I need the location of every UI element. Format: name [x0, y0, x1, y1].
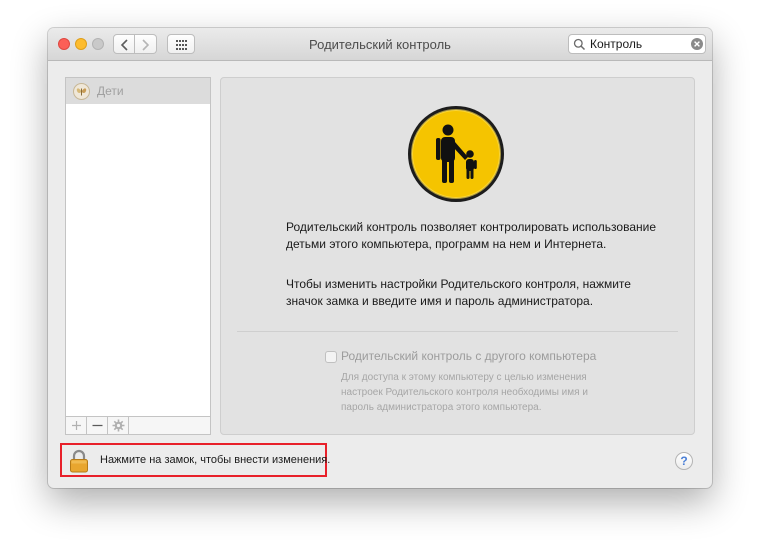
parental-controls-icon: [408, 106, 504, 202]
remote-control-note: Для доступа к этому компьютеру с целью и…: [341, 372, 588, 413]
remove-user-button[interactable]: [87, 417, 108, 434]
titlebar: Родительский контроль Контроль: [48, 28, 712, 61]
zoom-button[interactable]: [92, 38, 104, 50]
gear-icon: [112, 419, 125, 432]
lock-area[interactable]: Нажмите на замок, чтобы внести изменения…: [60, 443, 331, 477]
grid-icon: [176, 40, 187, 50]
action-menu-button[interactable]: [108, 417, 129, 434]
clear-search-icon[interactable]: [691, 38, 703, 50]
add-user-button[interactable]: [66, 417, 87, 434]
search-field[interactable]: Контроль: [568, 34, 706, 54]
lock-instruction-text: Чтобы изменить настройки Родительского к…: [286, 277, 631, 308]
plus-icon: [72, 421, 81, 430]
remote-control-label: Родительский контроль с другого компьюте…: [341, 349, 597, 363]
user-list: Дети: [65, 77, 211, 435]
preferences-window: Родительский контроль Контроль Дети Роди…: [48, 28, 712, 488]
close-button[interactable]: [58, 38, 70, 50]
lock-message: Нажмите на замок, чтобы внести изменения…: [100, 454, 331, 466]
butterfly-icon: [73, 83, 90, 100]
remote-control-checkbox[interactable]: [325, 351, 337, 363]
user-list-toolbar: [66, 416, 210, 434]
chevron-left-icon: [120, 39, 128, 51]
window-title: Родительский контроль: [309, 37, 451, 52]
search-input[interactable]: Контроль: [590, 37, 642, 51]
chevron-right-icon: [142, 39, 150, 51]
forward-button[interactable]: [135, 34, 157, 54]
sidebar-item-deti[interactable]: Дети: [66, 78, 210, 104]
minus-icon: [92, 424, 103, 427]
parental-controls-panel: Родительский контроль позволяет контроли…: [220, 77, 695, 435]
minimize-button[interactable]: [75, 38, 87, 50]
divider: [237, 331, 678, 332]
search-icon: [573, 38, 586, 51]
description-text: Родительский контроль позволяет контроли…: [286, 220, 656, 251]
back-button[interactable]: [113, 34, 135, 54]
help-button[interactable]: ?: [675, 452, 693, 470]
sidebar-item-label: Дети: [97, 84, 124, 98]
lock-icon[interactable]: [69, 449, 89, 473]
show-all-button[interactable]: [167, 34, 195, 54]
